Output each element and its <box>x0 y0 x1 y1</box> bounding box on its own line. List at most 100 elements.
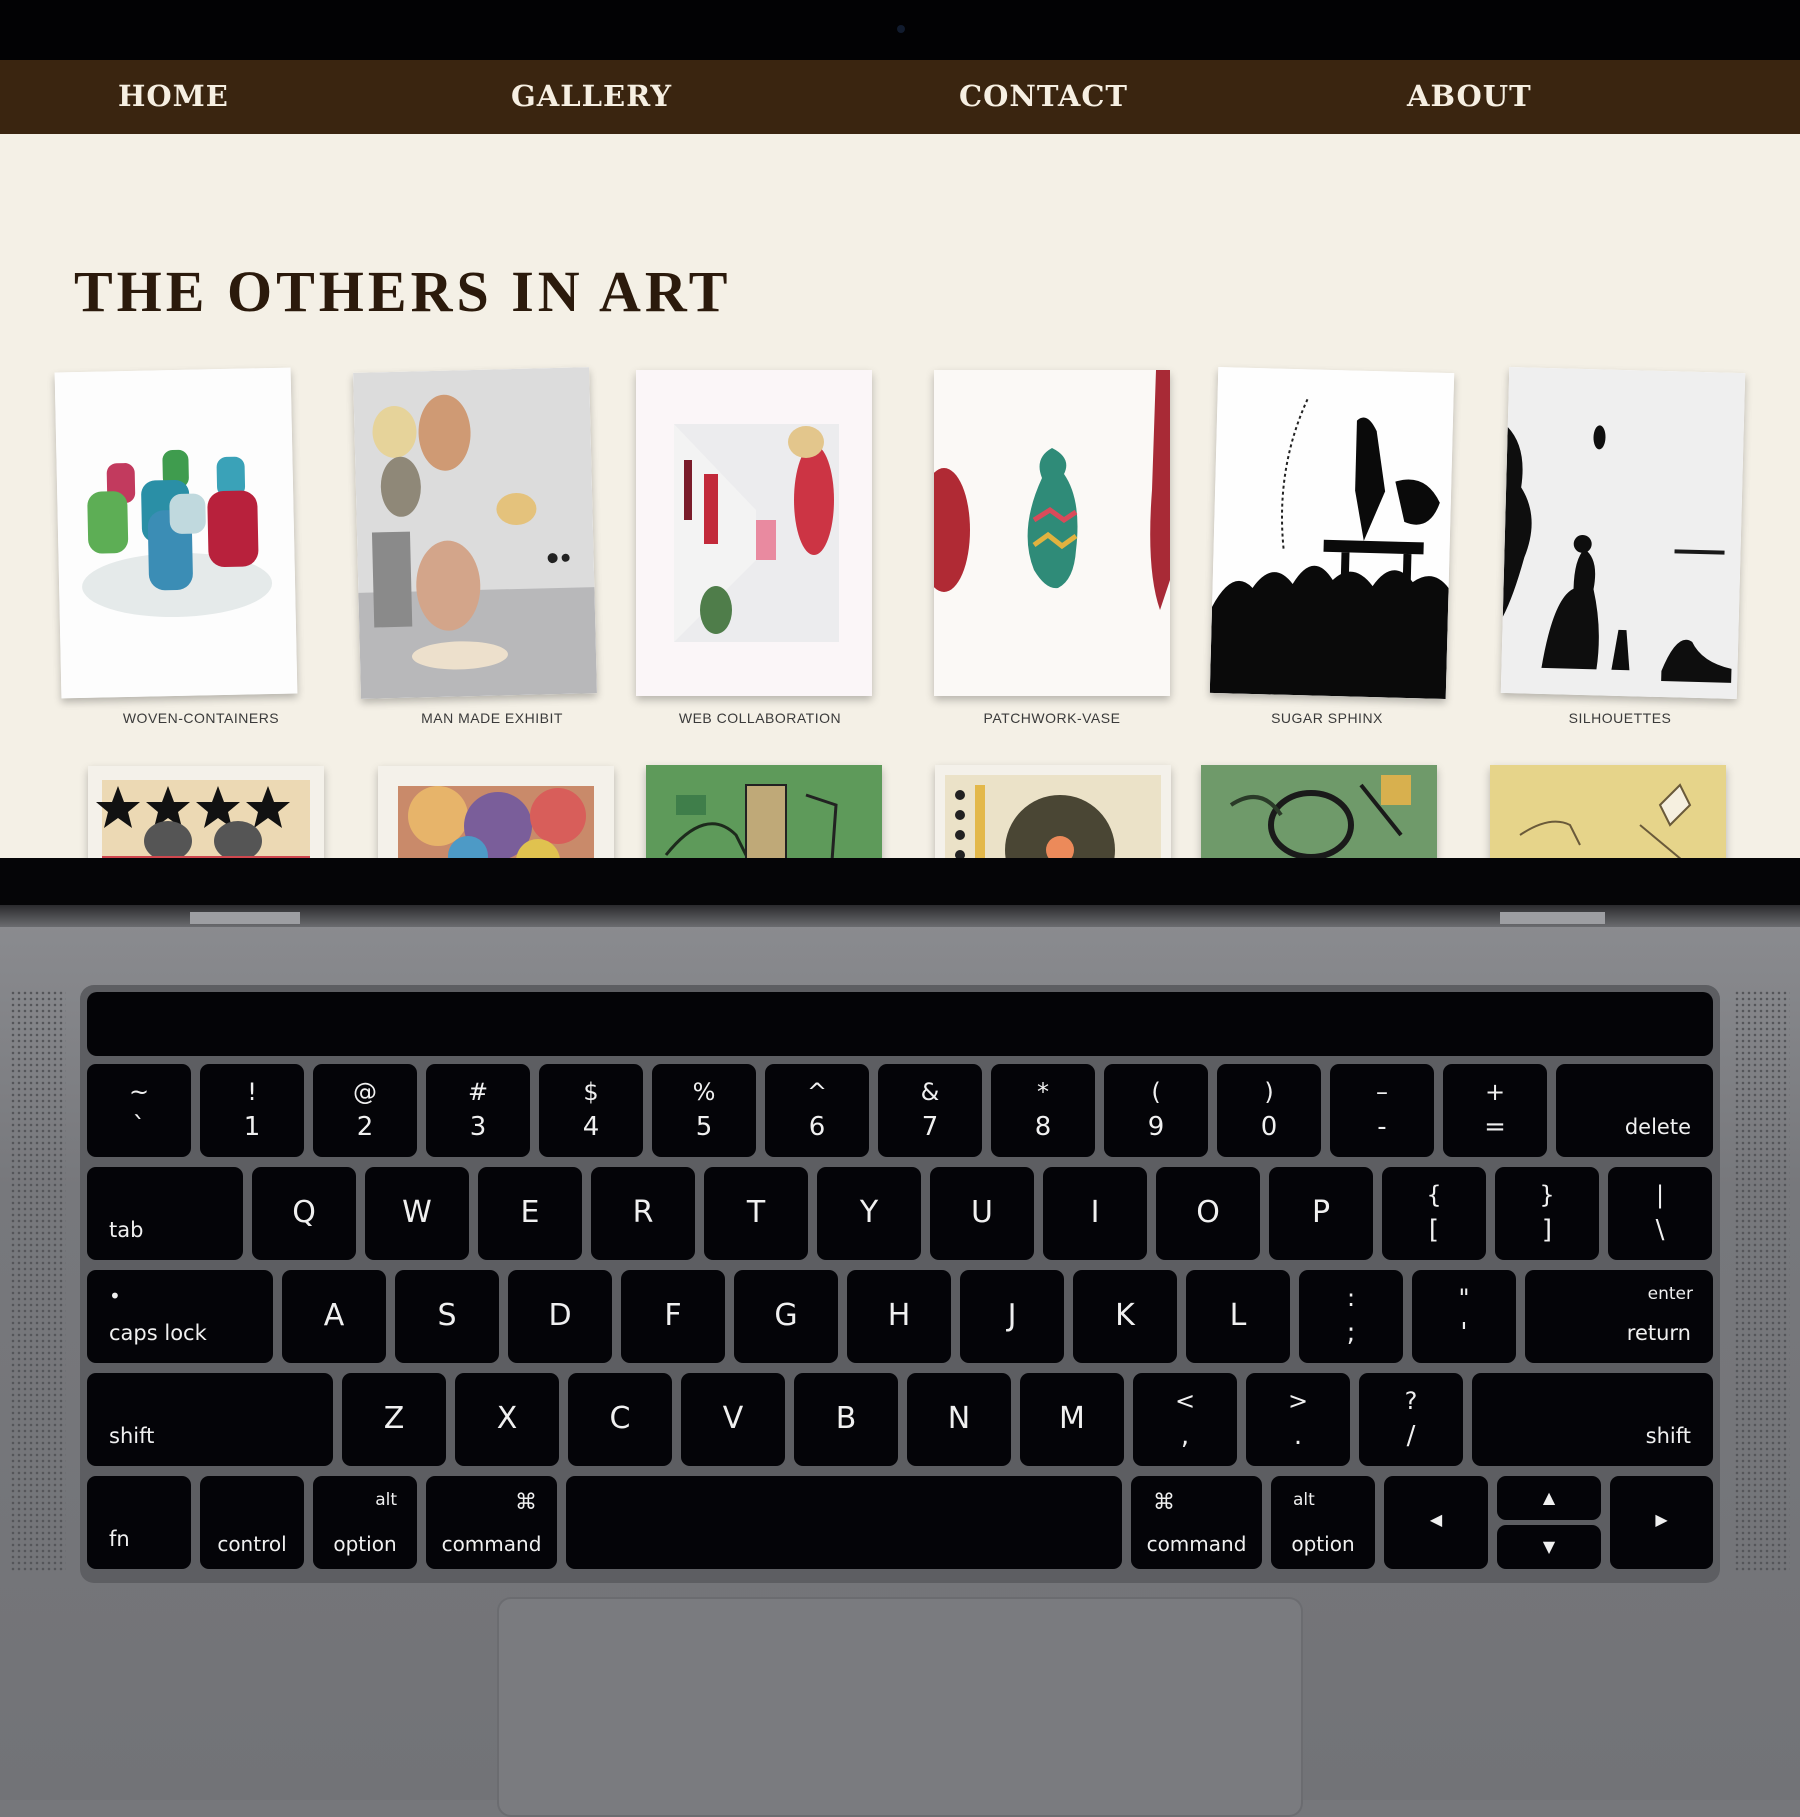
key-j[interactable]: J <box>960 1270 1064 1363</box>
key-digit-7[interactable]: & 7 <box>878 1064 982 1157</box>
gallery-card-green-sketch[interactable] <box>1201 765 1437 858</box>
key-x[interactable]: X <box>455 1373 559 1466</box>
gallery-card-colorful-abstract[interactable] <box>378 766 614 858</box>
arrow-left-icon: ◀ <box>1429 1510 1443 1529</box>
arrow-right-key[interactable]: ▶ <box>1610 1476 1713 1569</box>
open-bracket-key[interactable]: {[ <box>1382 1167 1486 1260</box>
caption-sugar-sphinx: SUGAR SPHINX <box>1271 710 1383 726</box>
gallery-card-man-made-exhibit[interactable] <box>353 367 597 699</box>
gallery-card-woven-containers[interactable] <box>54 367 298 699</box>
backslash-key-label: \ <box>1655 1215 1665 1245</box>
gallery-card-green-cubist[interactable] <box>646 765 882 858</box>
close-bracket-key[interactable]: }] <box>1495 1167 1599 1260</box>
key-g[interactable]: G <box>734 1270 838 1363</box>
key-u[interactable]: U <box>930 1167 1034 1260</box>
key-n[interactable]: N <box>907 1373 1011 1466</box>
arrow-left-key[interactable]: ◀ <box>1384 1476 1488 1569</box>
key-digit-5[interactable]: % 5 <box>652 1064 756 1157</box>
key-e[interactable]: E <box>478 1167 582 1260</box>
green-sketch-image <box>1201 765 1437 858</box>
gallery-card-yellow-sketch[interactable] <box>1490 765 1726 858</box>
key-z[interactable]: Z <box>342 1373 446 1466</box>
control-key[interactable]: control <box>200 1476 304 1569</box>
gallery-card-flower-circle[interactable] <box>935 765 1171 858</box>
nav-about-link[interactable]: ABOUT <box>1407 74 1532 118</box>
arrow-down-key[interactable]: ▼ <box>1497 1525 1601 1569</box>
trackpad[interactable] <box>497 1597 1303 1817</box>
nav-home-link[interactable]: HOME <box>118 74 229 118</box>
key-v[interactable]: V <box>681 1373 785 1466</box>
key-digit-6[interactable]: ^ 6 <box>765 1064 869 1157</box>
key-digit-1[interactable]: ! 1 <box>200 1064 304 1157</box>
semicolon-key-shift-label: : <box>1346 1284 1356 1312</box>
key-digit-9[interactable]: (9 <box>1104 1064 1208 1157</box>
key-y[interactable]: Y <box>817 1167 921 1260</box>
key-12-shift-label: + <box>1484 1078 1506 1106</box>
key-h[interactable]: H <box>847 1270 951 1363</box>
key-minus[interactable]: – - <box>1330 1064 1434 1157</box>
gallery-card-star-pattern[interactable] <box>88 766 324 858</box>
left-option-key[interactable]: alt option <box>313 1476 417 1569</box>
caps-lock-key[interactable]: • caps lock <box>87 1270 273 1363</box>
return-key[interactable]: enter return <box>1525 1270 1713 1363</box>
caption-woven-containers: WOVEN-CONTAINERS <box>122 710 280 726</box>
left-option-alt-label: alt <box>375 1490 397 1510</box>
nav-gallery-link[interactable]: GALLERY <box>511 74 672 118</box>
speaker-grille-left <box>10 990 66 1572</box>
gallery-card-web-collaboration[interactable] <box>636 370 872 696</box>
key-o[interactable]: O <box>1156 1167 1260 1260</box>
key-10-shift-label: ) <box>1264 1078 1274 1106</box>
key-digit-3[interactable]: #3 <box>426 1064 530 1157</box>
key-p[interactable]: P <box>1269 1167 1373 1260</box>
key-d[interactable]: D <box>508 1270 612 1363</box>
key-4-label: 4 <box>582 1112 600 1142</box>
key-x-label: X <box>496 1401 518 1436</box>
key-1-shift-label: ! <box>247 1078 257 1106</box>
comma-key[interactable]: <, <box>1133 1373 1237 1466</box>
key-a[interactable]: A <box>282 1270 386 1363</box>
key-b[interactable]: B <box>794 1373 898 1466</box>
tab-key[interactable]: tab <box>87 1167 243 1260</box>
arrow-up-key[interactable]: ▲ <box>1497 1476 1601 1520</box>
key-f[interactable]: F <box>621 1270 725 1363</box>
nav-contact-link[interactable]: CONTACT <box>959 74 1128 118</box>
right-option-key[interactable]: alt option <box>1271 1476 1375 1569</box>
key-equals[interactable]: + = <box>1443 1064 1547 1157</box>
right-command-key-label: command <box>1146 1532 1247 1556</box>
semicolon-key[interactable]: :; <box>1299 1270 1403 1363</box>
key-backtick[interactable]: ~ ` <box>87 1064 191 1157</box>
gallery-card-patchwork-vase[interactable] <box>934 370 1170 696</box>
gallery-card-silhouettes[interactable] <box>1500 366 1746 700</box>
return-key-enter-label: enter <box>1647 1284 1693 1304</box>
left-shift-key[interactable]: shift <box>87 1373 333 1466</box>
key-digit-8[interactable]: * 8 <box>991 1064 1095 1157</box>
key-q[interactable]: Q <box>252 1167 356 1260</box>
key-r[interactable]: R <box>591 1167 695 1260</box>
colorful-abstract-image <box>378 766 614 858</box>
right-command-key[interactable]: ⌘ command <box>1131 1476 1262 1569</box>
touch-bar[interactable] <box>87 992 1713 1056</box>
key-k[interactable]: K <box>1073 1270 1177 1363</box>
key-l[interactable]: L <box>1186 1270 1290 1363</box>
left-command-key[interactable]: ⌘ command <box>426 1476 557 1569</box>
key-c[interactable]: C <box>568 1373 672 1466</box>
key-t[interactable]: T <box>704 1167 808 1260</box>
period-key-shift-label: > <box>1287 1387 1309 1415</box>
key-i[interactable]: I <box>1043 1167 1147 1260</box>
key-digit-4[interactable]: $4 <box>539 1064 643 1157</box>
period-key[interactable]: >. <box>1246 1373 1350 1466</box>
gallery-card-sugar-sphinx[interactable] <box>1209 366 1455 700</box>
key-s[interactable]: S <box>395 1270 499 1363</box>
fn-key[interactable]: fn <box>87 1476 191 1569</box>
delete-key[interactable]: delete <box>1556 1064 1713 1157</box>
slash-key[interactable]: ? / <box>1359 1373 1463 1466</box>
right-shift-key[interactable]: shift <box>1472 1373 1713 1466</box>
key-4-shift-label: $ <box>583 1078 599 1106</box>
backslash-key[interactable]: | \ <box>1608 1167 1712 1260</box>
key-m[interactable]: M <box>1020 1373 1124 1466</box>
key-digit-0[interactable]: ) 0 <box>1217 1064 1321 1157</box>
key-digit-2[interactable]: @2 <box>313 1064 417 1157</box>
space-bar[interactable] <box>566 1476 1122 1569</box>
key-w[interactable]: W <box>365 1167 469 1260</box>
quote-key[interactable]: " ' <box>1412 1270 1516 1363</box>
